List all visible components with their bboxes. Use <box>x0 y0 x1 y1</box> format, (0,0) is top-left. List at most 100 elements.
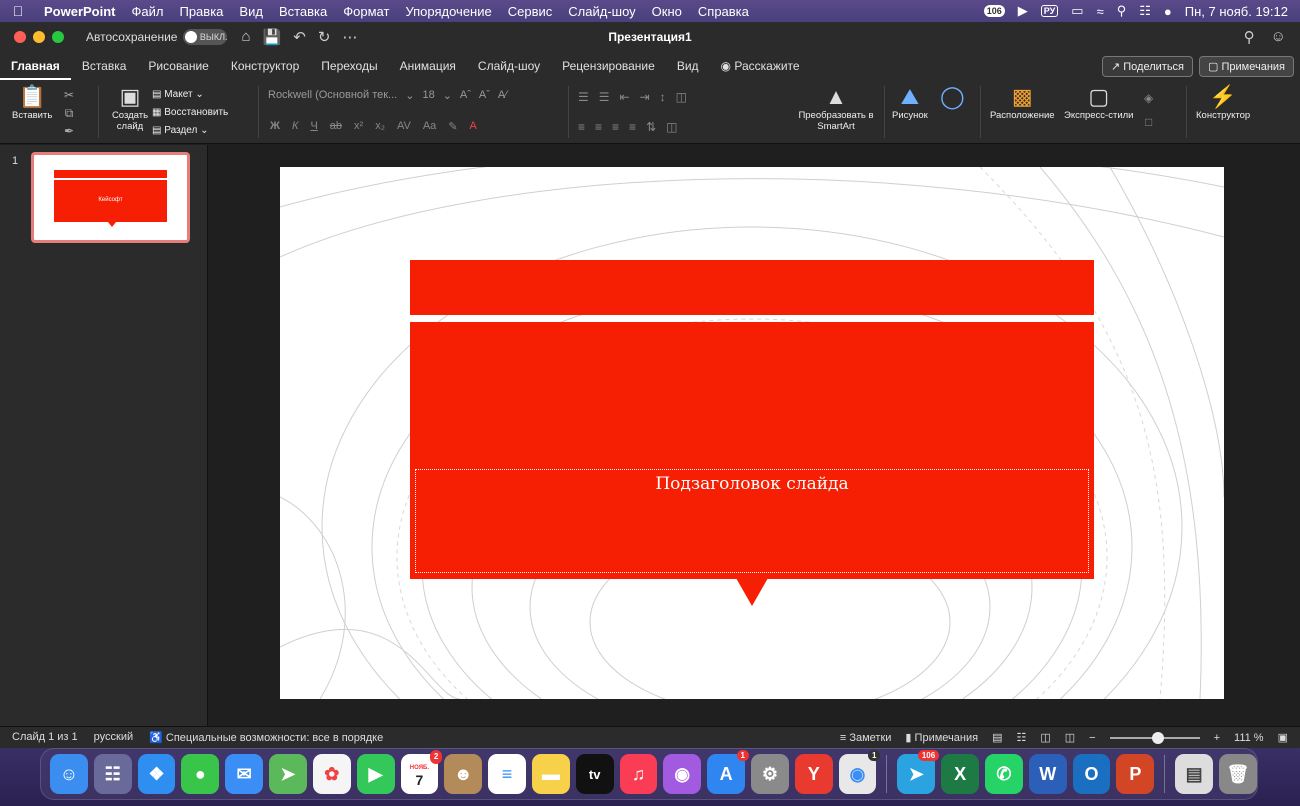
superscript-icon[interactable]: x² <box>354 120 363 133</box>
menu-view[interactable]: Вид <box>231 4 271 19</box>
system-preferences-icon[interactable]: ⚙ <box>751 754 789 794</box>
control-center-icon[interactable]: ☷ <box>1139 3 1151 19</box>
menu-file[interactable]: Файл <box>124 4 172 19</box>
zoom-in-button[interactable]: + <box>1214 732 1220 744</box>
mail-icon[interactable]: ✉ <box>225 754 264 794</box>
input-language[interactable]: РУ <box>1040 5 1059 17</box>
align-left-icon[interactable]: ≡ <box>578 120 585 134</box>
paste-button[interactable]: 📋 Вставить <box>12 84 52 121</box>
tell-me-search[interactable]: ◉ Расскажите <box>710 52 811 80</box>
telegram-icon[interactable]: ➤ 106 <box>897 750 940 794</box>
clear-format-icon[interactable]: A∕ <box>498 89 507 102</box>
notes-app-icon[interactable]: ▬ <box>531 754 570 794</box>
justify-icon[interactable]: ≡ <box>629 120 636 134</box>
music-icon[interactable]: ♫ <box>619 754 658 794</box>
highlight-icon[interactable]: ✎ <box>448 120 457 133</box>
slide-canvas[interactable]: Подзаголовок слайда <box>280 167 1224 699</box>
layout-button[interactable]: ▤ Макет ⌄ <box>152 86 228 104</box>
designer-button[interactable]: ⚡ Конструктор <box>1196 84 1250 121</box>
close-window-button[interactable] <box>14 31 26 43</box>
outline-icon[interactable]: □ <box>1145 110 1152 134</box>
format-painter-icon[interactable]: ✒ <box>64 122 74 140</box>
numbering-icon[interactable]: ☰ <box>599 90 610 104</box>
apple-tv-icon[interactable]: tv <box>575 754 614 794</box>
podcasts-icon[interactable]: ◉ <box>663 754 702 794</box>
tab-view[interactable]: Вид <box>666 52 710 80</box>
char-spacing-icon[interactable]: AV <box>397 120 411 133</box>
yandex-browser-icon[interactable]: Y <box>794 754 833 794</box>
zoom-slider[interactable] <box>1109 731 1200 744</box>
minimize-window-button[interactable] <box>33 31 45 43</box>
cut-icon[interactable]: ✂ <box>64 86 74 104</box>
siri-icon[interactable]: ● <box>1164 4 1172 19</box>
reminders-icon[interactable]: ≡ <box>488 754 526 794</box>
whatsapp-icon[interactable]: ✆ <box>985 754 1023 794</box>
menu-window[interactable]: Окно <box>644 4 690 19</box>
apple-icon[interactable]:  <box>0 3 36 19</box>
search-icon[interactable]: ⚲ <box>1244 28 1255 46</box>
zoom-level[interactable]: 111 % <box>1234 732 1264 744</box>
chevron-down-icon[interactable]: ⌄ <box>443 89 452 102</box>
messages-icon[interactable]: ● <box>181 754 220 794</box>
comments-button[interactable]: ▢ Примечания <box>1199 55 1294 77</box>
home-icon[interactable]: ⌂ <box>241 28 250 46</box>
launchpad-icon[interactable]: ☷ <box>93 754 132 794</box>
reset-button[interactable]: ▦ Восстановить <box>152 104 228 122</box>
line-spacing-icon[interactable]: ↕ <box>660 90 666 104</box>
app-store-icon[interactable]: A1 <box>707 750 749 794</box>
menu-app-name[interactable]: PowerPoint <box>36 4 124 19</box>
subtitle-placeholder[interactable]: Подзаголовок слайда <box>415 469 1089 573</box>
fill-icon[interactable]: ◈ <box>1144 86 1153 110</box>
tab-insert[interactable]: Вставка <box>71 52 138 80</box>
subscript-icon[interactable]: x₂ <box>375 120 385 133</box>
section-button[interactable]: ▤ Раздел ⌄ <box>152 122 228 140</box>
zoom-out-button[interactable]: − <box>1089 732 1095 744</box>
battery-icon[interactable]: ▭ <box>1071 3 1083 19</box>
menu-help[interactable]: Справка <box>690 4 757 19</box>
bold-icon[interactable]: Ж <box>270 120 280 133</box>
slide-sorter-icon[interactable]: ☷ <box>1016 731 1026 744</box>
font-color-icon[interactable]: A <box>470 120 477 133</box>
save-icon[interactable]: 💾 <box>263 28 282 46</box>
photos-icon[interactable]: ✿ <box>312 754 351 794</box>
font-name-select[interactable]: Rockwell (Основной тек... <box>268 89 397 102</box>
picture-button[interactable]: ⛰ Рисунок <box>892 84 928 121</box>
tab-review[interactable]: Рецензирование <box>551 52 666 80</box>
calendar-icon[interactable]: НОЯБ. 7 2 <box>400 750 443 794</box>
zoom-window-button[interactable] <box>52 31 64 43</box>
reading-view-icon[interactable]: ◫ <box>1040 731 1050 744</box>
title-bar-shape[interactable] <box>410 260 1094 315</box>
autosave-toggle[interactable]: ВЫКЛ. <box>183 29 228 45</box>
columns-icon[interactable]: ◫ <box>676 90 687 104</box>
maps-icon[interactable]: ➤ <box>269 754 307 794</box>
chrome-icon[interactable]: ◉ 1 <box>838 750 881 794</box>
notes-button[interactable]: ≡ Заметки <box>840 732 892 744</box>
slide-thumbnail[interactable]: Кейсофт <box>31 152 190 243</box>
shrink-font-icon[interactable]: Aˇ <box>479 89 490 102</box>
tab-slideshow[interactable]: Слайд-шоу <box>467 52 551 80</box>
safari-icon[interactable]: ❖ <box>137 754 176 794</box>
powerpoint-icon[interactable]: P <box>1116 754 1155 794</box>
align-right-icon[interactable]: ≡ <box>612 120 619 134</box>
menu-slideshow[interactable]: Слайд-шоу <box>560 4 643 19</box>
increase-indent-icon[interactable]: ⇥ <box>640 90 650 104</box>
more-icon[interactable]: ⋯ <box>342 28 357 46</box>
arrange-button[interactable]: ▩ Расположение <box>990 84 1055 121</box>
accessibility-status[interactable]: ♿ Специальные возможности: все в порядке <box>149 731 383 744</box>
share-button[interactable]: ↗ Поделиться <box>1101 55 1194 77</box>
status-comments-button[interactable]: ▮ Примечания <box>905 731 978 744</box>
tab-draw[interactable]: Рисование <box>137 52 219 80</box>
redo-icon[interactable]: ↻ <box>318 28 331 46</box>
strikethrough-icon[interactable]: ab <box>330 120 342 133</box>
zoom-slider-knob[interactable] <box>1152 731 1165 744</box>
tab-transitions[interactable]: Переходы <box>310 52 388 80</box>
trash-icon[interactable]: 🗑 <box>1219 754 1257 794</box>
italic-icon[interactable]: К <box>292 120 298 133</box>
menu-edit[interactable]: Правка <box>171 4 231 19</box>
undo-icon[interactable]: ↶ <box>293 28 306 46</box>
bullets-icon[interactable]: ☰ <box>578 90 589 104</box>
font-size-select[interactable]: 18 <box>422 89 434 102</box>
contacts-icon[interactable]: ☻ <box>444 754 483 794</box>
slideshow-view-icon[interactable]: ◫ <box>1065 731 1075 744</box>
change-case-icon[interactable]: Aa <box>423 120 436 133</box>
